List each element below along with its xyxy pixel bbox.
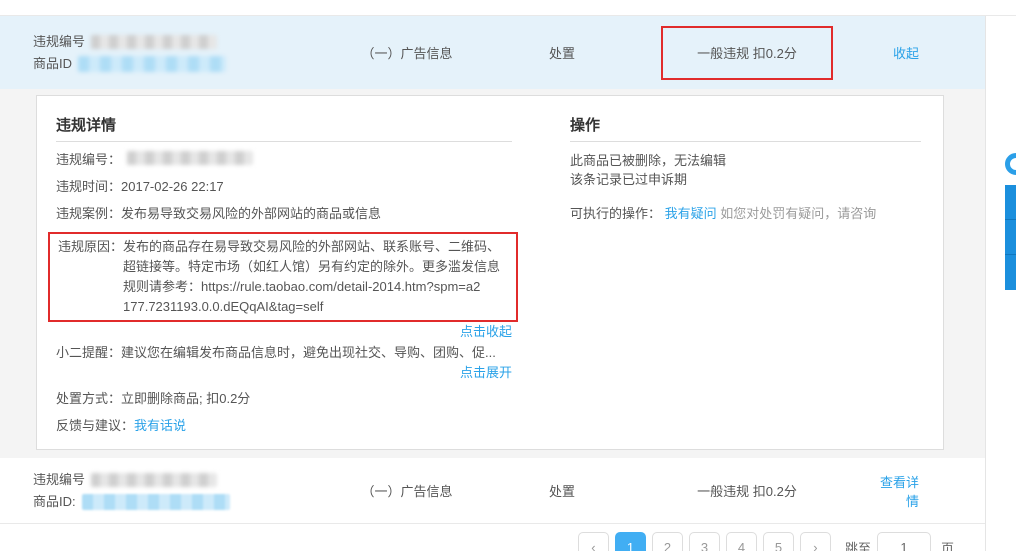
violation-reason-label: 违规原因：: [50, 237, 123, 317]
violation-category: （一）广告信息: [312, 43, 502, 62]
expand-reminder-link[interactable]: 点击展开: [460, 365, 512, 380]
reason-highlight-box: 违规原因： 发布的商品存在易导致交易风险的外部网站、联系账号、二维码、 超链接等…: [48, 232, 518, 322]
pagination-page-1[interactable]: 1: [615, 532, 646, 551]
floating-widget-segment[interactable]: [1005, 255, 1016, 290]
jump-to-page-input[interactable]: [877, 532, 931, 551]
operation-column: 操作 此商品已被删除，无法编辑 该条记录已过申诉期 可执行的操作： 我有疑问 如…: [570, 114, 921, 441]
title-divider: [570, 141, 921, 142]
reason-line: 规则请参考：https://rule.taobao.com/detail-201…: [123, 277, 500, 297]
dispose-column-label: 处置: [502, 481, 622, 500]
product-id-redacted-value: [82, 494, 230, 510]
violation-case-label: 违规案例：: [56, 205, 121, 223]
record-id-column: 违规编号 商品ID: [0, 31, 312, 75]
violation-detail-panel: 违规详情 违规编号： 违规时间： 2017-02-26 22:17 违规案例： …: [36, 95, 944, 450]
pagination-next-button[interactable]: ›: [800, 532, 831, 551]
disposal-method-label: 处置方式：: [56, 390, 121, 408]
collapse-reason-link[interactable]: 点击收起: [460, 324, 512, 339]
violation-no-redacted-value: [91, 35, 217, 49]
penalty-column: 一般违规 扣0.2分: [622, 481, 872, 500]
violation-case-value: 发布易导致交易风险的外部网站的商品或信息: [121, 205, 381, 223]
i-have-question-link[interactable]: 我有疑问: [665, 206, 717, 221]
product-id-redacted-value: [78, 56, 226, 72]
pagination-page-3[interactable]: 3: [689, 532, 720, 551]
disposal-method-value: 立即删除商品; 扣0.2分: [121, 390, 250, 408]
violation-no-redacted-value: [91, 473, 217, 487]
operation-status-line2: 该条记录已过申诉期: [570, 170, 921, 189]
penalty-column: 一般违规 扣0.2分: [622, 26, 872, 80]
view-details-link[interactable]: 查看详情: [880, 475, 919, 509]
violation-time-label: 违规时间：: [56, 178, 121, 196]
product-id-label: 商品ID: [33, 53, 72, 75]
feedback-label: 反馈与建议：: [56, 417, 134, 435]
pagination-page-4[interactable]: 4: [726, 532, 757, 551]
page-suffix-label: 页: [941, 538, 954, 551]
penalty-text: 一般违规 扣0.2分: [697, 43, 797, 62]
record-expanded-body: 违规详情 违规编号： 违规时间： 2017-02-26 22:17 违规案例： …: [0, 89, 985, 458]
record-action-column: 收起: [872, 43, 985, 62]
penalty-highlight-box: 一般违规 扣0.2分: [661, 26, 833, 80]
reason-line: 发布的商品存在易导致交易风险的外部网站、联系账号、二维码、: [123, 237, 500, 257]
operation-status-line1: 此商品已被删除，无法编辑: [570, 151, 921, 170]
violation-records-card: 违规编号 商品ID （一）广告信息 处置 一般违规 扣0.2分 收起 违规详情: [0, 16, 986, 551]
pagination-page-5[interactable]: 5: [763, 532, 794, 551]
jump-to-page-label: 跳至: [845, 538, 871, 551]
reminder-text: 建议您在编辑发布商品信息时，避免出现社交、导购、团购、促...: [121, 344, 496, 362]
penalty-text: 一般违规 扣0.2分: [697, 481, 797, 500]
dispose-column-label: 处置: [502, 43, 622, 62]
top-bar: [0, 0, 1016, 16]
record-action-column: 查看详情: [872, 472, 985, 510]
floating-widget-segment[interactable]: [1005, 185, 1016, 220]
reason-line: 超链接等。特定市场（如红人馆）另有约定的除外。更多滥发信息: [123, 257, 500, 277]
pagination-prev-button[interactable]: ‹: [578, 532, 609, 551]
floating-widget-icon[interactable]: [1005, 153, 1016, 175]
floating-sidebar-widget[interactable]: [1005, 185, 1016, 290]
violation-reason-text: 发布的商品存在易导致交易风险的外部网站、联系账号、二维码、 超链接等。特定市场（…: [123, 237, 500, 317]
operation-panel-title: 操作: [570, 114, 921, 135]
detail-violation-no-redacted: [127, 151, 253, 165]
reason-line: 177.7231193.0.0.dEQqAI&tag=self: [123, 297, 500, 317]
record-id-column: 违规编号 商品ID:: [0, 469, 312, 513]
violation-no-label: 违规编号: [33, 469, 85, 491]
question-hint-text: 如您对处罚有疑问，请咨询: [720, 206, 876, 221]
violation-no-label: 违规编号: [33, 31, 85, 53]
collapse-record-link[interactable]: 收起: [893, 46, 919, 61]
violation-detail-column: 违规详情 违规编号： 违规时间： 2017-02-26 22:17 违规案例： …: [56, 114, 512, 441]
violation-time-value: 2017-02-26 22:17: [121, 178, 224, 196]
violation-record-header-collapsed: 违规编号 商品ID: （一）广告信息 处置 一般违规 扣0.2分 查看详情: [0, 458, 985, 524]
executable-actions-label: 可执行的操作：: [570, 206, 661, 221]
title-divider: [56, 141, 512, 142]
violation-record-header-expanded: 违规编号 商品ID （一）广告信息 处置 一般违规 扣0.2分 收起: [0, 16, 985, 89]
reminder-label: 小二提醒：: [56, 344, 121, 362]
pagination-page-2[interactable]: 2: [652, 532, 683, 551]
floating-widget-segment[interactable]: [1005, 220, 1016, 255]
feedback-link[interactable]: 我有话说: [134, 417, 186, 435]
violation-category: （一）广告信息: [312, 481, 502, 500]
detail-panel-title: 违规详情: [56, 114, 512, 135]
pagination-bar: ‹ 1 2 3 4 5 › 跳至 页: [0, 532, 985, 551]
detail-violation-no-label: 违规编号：: [56, 151, 121, 169]
product-id-label: 商品ID:: [33, 491, 76, 513]
